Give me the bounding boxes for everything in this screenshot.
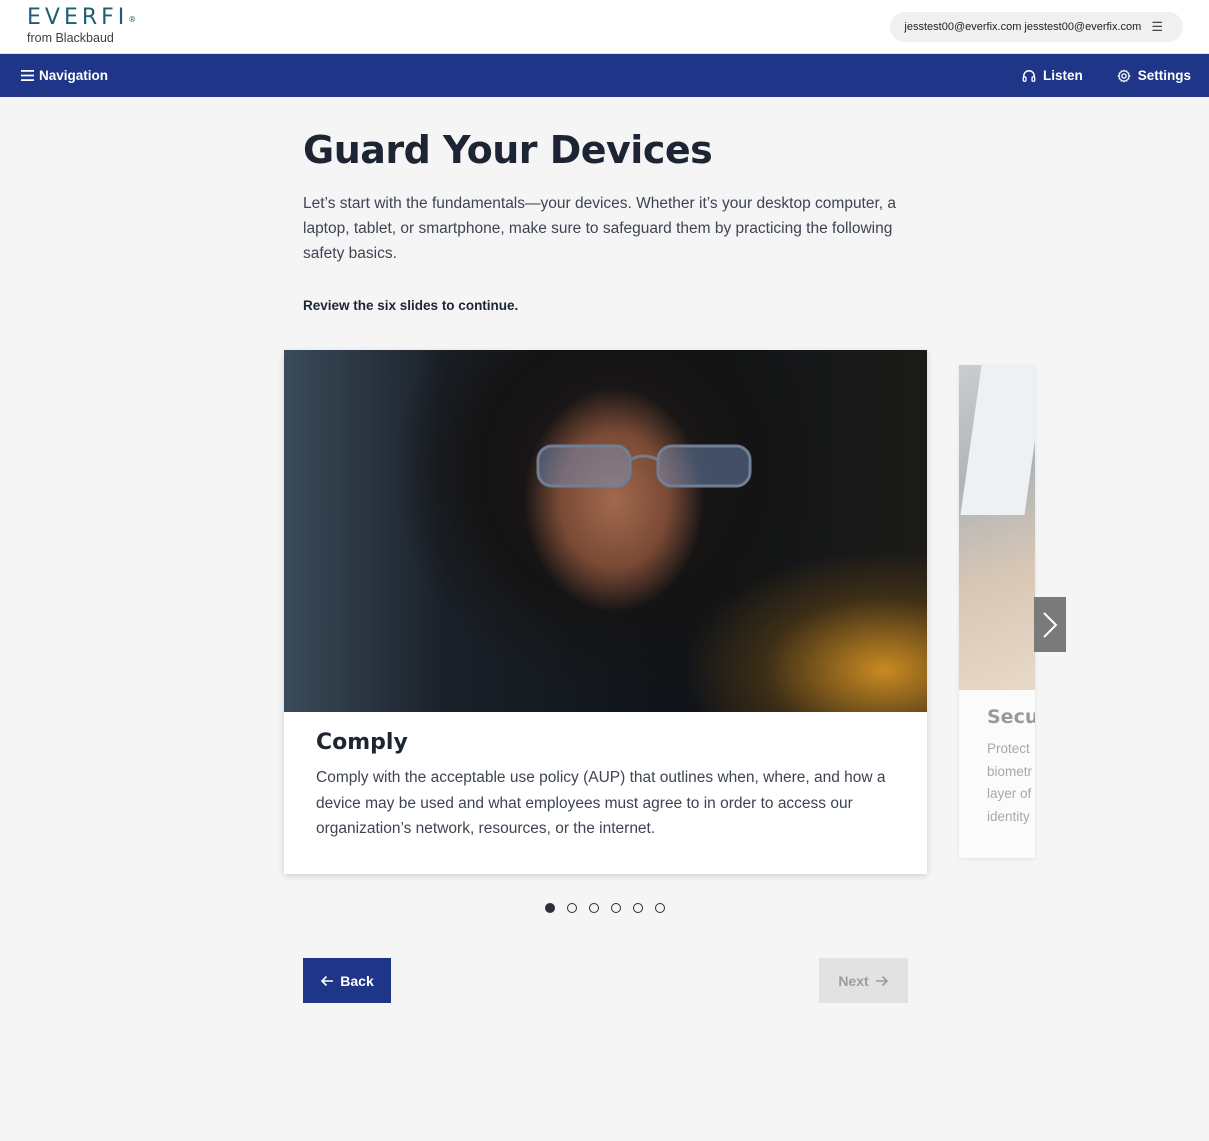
back-label: Back [340,972,374,989]
logo-subtitle: from Blackbaud [27,31,114,45]
carousel-dot-6[interactable] [655,903,665,913]
next-slide-title: Secu [987,706,1035,728]
next-slide-line: layer of [987,786,1032,801]
hamburger-icon [21,70,34,81]
settings-button[interactable]: Settings [1117,68,1191,83]
chevron-right-icon [1043,611,1058,638]
next-button[interactable]: Next [819,958,908,1003]
listen-label: Listen [1042,68,1083,83]
user-email: jesstest00@everfix.com jesstest00@everfi… [904,21,1142,33]
glasses-illustration [536,444,752,488]
carousel-pagination [545,903,665,913]
carousel-next-button[interactable] [1034,597,1066,652]
navigation-button[interactable]: Navigation [21,54,108,97]
arrow-right-icon [875,975,888,986]
navigation-label: Navigation [39,68,109,83]
listen-button[interactable]: Listen [1022,68,1083,83]
navigation-bar: Navigation Listen Settings [0,54,1209,97]
arrow-left-icon [321,975,334,986]
carousel-dot-3[interactable] [589,903,599,913]
menu-icon: ☰ [1151,19,1163,34]
settings-label: Settings [1137,68,1191,83]
headphones-icon [1022,69,1036,82]
carousel-dot-4[interactable] [611,903,621,913]
user-account-menu[interactable]: jesstest00@everfix.com jesstest00@everfi… [890,12,1183,42]
everfi-logo: EVERFI® from Blackbaud [27,5,137,46]
instruction-text: Review the six slides to continue. [303,298,519,313]
top-header: EVERFI® from Blackbaud jesstest00@everfi… [0,0,1209,54]
logo-wordmark: EVERFI [27,5,129,30]
carousel-dot-5[interactable] [633,903,643,913]
intro-paragraph: Let’s start with the fundamentals—your d… [303,195,897,262]
next-slide-line: biometr [987,763,1033,779]
slide-title: Comply [316,730,408,755]
next-slide-line: identity [987,808,1030,824]
carousel-slide-current: Comply Comply with the acceptable use po… [284,350,927,874]
slide-photo-laptop [959,365,1035,690]
carousel-dot-1[interactable] [545,903,555,913]
back-button[interactable]: Back [303,958,391,1003]
carousel-slide-next-preview[interactable]: Secu Protect biometr layer of identity [959,365,1035,858]
slide-text: Comply with the acceptable use policy (A… [316,769,886,837]
next-slide-line: Protect [987,741,1030,756]
carousel-dot-2[interactable] [567,903,577,913]
logo-registered-mark: ® [128,15,137,24]
next-label: Next [838,972,869,989]
slide-photo-woman-at-laptop [284,350,927,712]
page-title: Guard Your Devices [303,128,713,172]
gear-icon [1117,68,1131,83]
